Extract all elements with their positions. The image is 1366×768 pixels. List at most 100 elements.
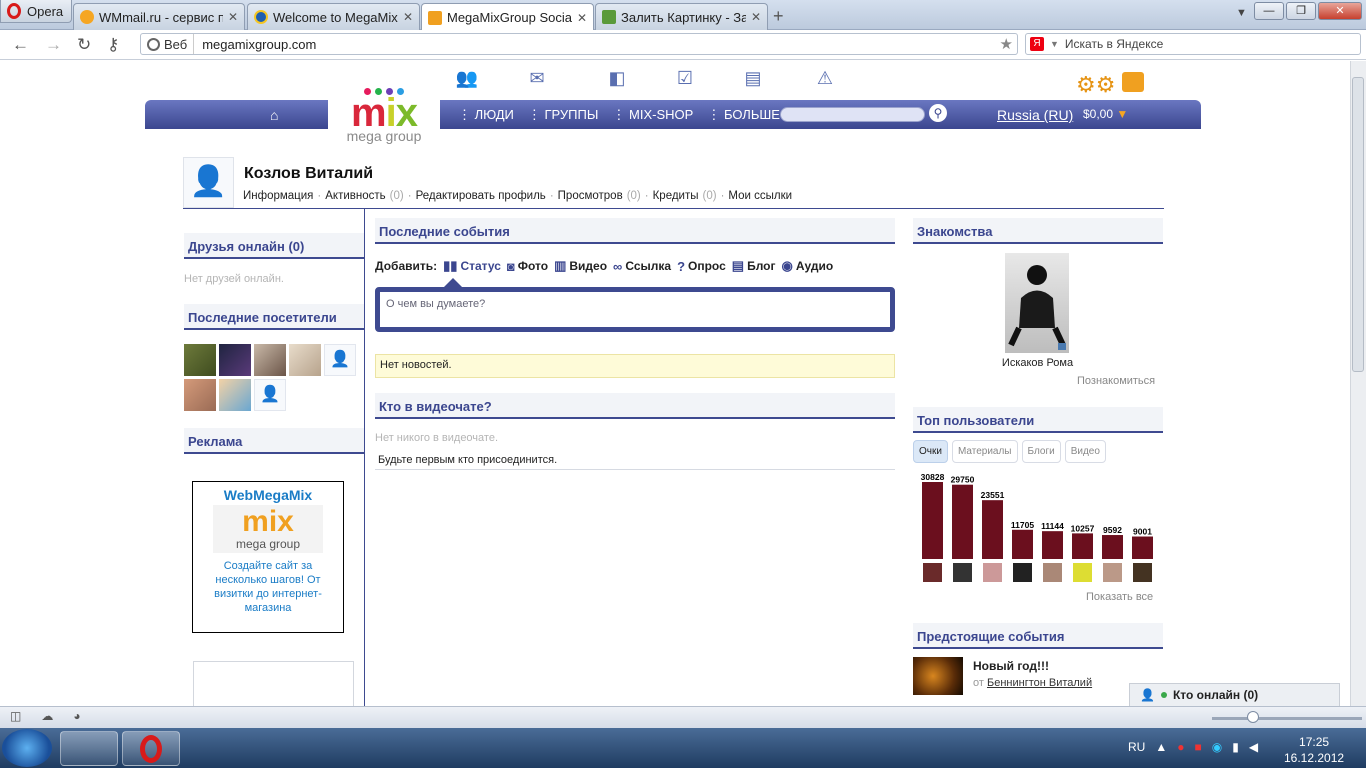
profile-link-my-links[interactable]: Мои ссылки [728,190,792,202]
top-user-avatar[interactable] [953,563,972,582]
tab-points[interactable]: Очки [913,440,948,463]
warning-icon[interactable]: ⚠ [813,68,837,90]
opera-menu-button[interactable]: Opera [0,0,72,23]
checkbox-icon[interactable]: ☑ [673,68,697,90]
settings-gears-icon[interactable]: ⚙⚙ [1076,72,1115,98]
nav-item-groups[interactable]: ⋮ ГРУППЫ [528,107,599,123]
site-logo[interactable]: mix mega group [328,88,440,150]
top-user-avatar[interactable] [923,563,942,582]
bookmark-star-icon[interactable]: ★ [1000,35,1017,53]
antivirus-tray-icon[interactable]: ■ [1194,740,1201,754]
minimize-icon[interactable]: — [1254,2,1284,20]
visitor-avatar-placeholder[interactable]: 👤 [254,379,286,411]
friends-icon[interactable]: 👥 [455,68,479,90]
address-field[interactable]: Веб megamixgroup.com ★ [140,33,1018,55]
app-tray-icon[interactable]: ◉ [1212,740,1222,754]
site-search-input[interactable] [780,107,925,122]
tab-list-chevron-icon[interactable]: ▼ [1236,7,1247,19]
taskbar-notepad-button[interactable] [60,731,118,766]
restore-icon[interactable]: ❐ [1286,2,1316,20]
add-audio-button[interactable]: ◉ Аудио [782,258,834,274]
profile-link-views[interactable]: Просмотров [558,190,623,202]
country-selector[interactable]: Russia (RU) [997,107,1073,123]
balance[interactable]: $0,00 ▼ [1083,107,1128,121]
zoom-slider[interactable] [1212,717,1362,720]
close-tab-icon[interactable]: ✕ [403,10,413,24]
profile-link-info[interactable]: Информация [243,190,313,202]
visitor-avatar-placeholder[interactable]: 👤 [324,344,356,376]
speaker-icon[interactable]: ◧ [605,68,629,90]
back-arrow-icon[interactable]: ← [12,35,29,55]
top-user-avatar[interactable] [1013,563,1032,582]
yandex-search-field[interactable]: Я ▼ Искать в Яндексе [1025,33,1361,55]
add-blog-button[interactable]: ▤ Блог [732,258,776,274]
tab-materials[interactable]: Материалы [951,440,1018,463]
event-title[interactable]: Новый год!!! [973,659,1049,673]
profile-link-credits[interactable]: Кредиты [653,190,699,202]
add-video-button[interactable]: ▥ Видео [554,258,607,274]
tray-expand-icon[interactable]: ▲ [1155,740,1167,754]
show-all-link[interactable]: Показать все [1086,591,1153,603]
panel-toggle-icon[interactable]: ◫ [10,709,21,723]
speed-dial-icon[interactable]: ◕ [73,709,80,723]
taskbar-opera-button[interactable] [122,731,180,766]
shop-bag-icon[interactable] [1122,72,1144,92]
search-engine-dropdown-icon[interactable]: ▼ [1050,39,1059,49]
forward-arrow-icon[interactable]: → [45,35,62,55]
top-user-avatar[interactable] [983,563,1002,582]
nav-item-mix-shop[interactable]: ⋮ MIX-SHOP [612,107,693,123]
profile-link-activity[interactable]: Активность [325,190,385,202]
meet-link[interactable]: Познакомиться [1077,375,1155,387]
tab-video[interactable]: Видео [1064,440,1106,463]
browser-tab-active[interactable]: MegaMixGroup Social ... ✕ [421,3,594,31]
add-photo-button[interactable]: ◙ Фото [507,259,548,274]
nav-item-people[interactable]: ⋮ ЛЮДИ [458,107,514,123]
cloud-icon[interactable]: ☁ [41,709,53,723]
opera-tray-icon[interactable]: ● [1177,740,1184,754]
status-input[interactable]: О чем вы думаете? [375,287,895,332]
top-user-avatar[interactable] [1103,563,1122,582]
add-poll-button[interactable]: ? Опрос [677,259,726,274]
visitor-avatar[interactable] [289,344,321,376]
zoom-slider-knob[interactable] [1247,711,1259,723]
language-indicator[interactable]: RU [1128,740,1145,754]
tab-blogs[interactable]: Блоги [1021,440,1061,463]
system-clock[interactable]: 17:25 16.12.2012 [1284,734,1344,766]
news-icon[interactable]: ▤ [741,68,765,90]
browser-tab[interactable]: Welcome to MegaMix... ✕ [247,3,420,30]
visitor-avatar[interactable] [219,344,251,376]
windows-start-button[interactable] [2,729,52,767]
search-icon[interactable]: ⚲ [929,104,947,122]
who-online-bar[interactable]: 👤 Кто онлайн (0) [1129,683,1340,706]
dating-photo[interactable] [1005,253,1069,353]
nav-item-more[interactable]: ⋮ БОЛЬШЕ [707,107,780,123]
profile-avatar[interactable]: 👤 [183,157,234,208]
top-user-avatar[interactable] [1073,563,1092,582]
profile-link-edit[interactable]: Редактировать профиль [416,190,546,202]
url-text[interactable]: megamixgroup.com [194,37,999,52]
reload-icon[interactable]: ↻ [77,35,91,55]
close-tab-icon[interactable]: ✕ [228,10,238,24]
browser-tab[interactable]: Залить Картинку - Заг... ✕ [595,3,768,30]
add-link-button[interactable]: ∞ Ссылка [613,259,671,274]
scrollbar-thumb[interactable] [1352,77,1364,372]
top-user-avatar[interactable] [1043,563,1062,582]
visitor-avatar[interactable] [219,379,251,411]
key-icon[interactable]: ⚷ [107,35,119,55]
home-icon[interactable]: ⌂ [270,107,278,123]
event-image[interactable] [913,657,963,695]
visitor-avatar[interactable] [184,379,216,411]
close-tab-icon[interactable]: ✕ [751,10,761,24]
visitor-avatar[interactable] [184,344,216,376]
new-tab-icon[interactable]: + [773,6,784,27]
close-tab-icon[interactable]: ✕ [577,11,587,25]
visitor-avatar[interactable] [254,344,286,376]
browser-tab[interactable]: WMmail.ru - сервис п... ✕ [73,3,245,30]
web-badge[interactable]: Веб [141,34,195,54]
network-icon[interactable]: ▮ [1232,740,1239,754]
add-status-button[interactable]: ▮▮ Статус [443,258,501,274]
mail-icon[interactable]: ✉ [525,68,549,90]
volume-icon[interactable]: ◀ [1249,740,1258,754]
top-user-avatar[interactable] [1133,563,1152,582]
event-author-link[interactable]: Беннингтон Виталий [987,677,1092,689]
